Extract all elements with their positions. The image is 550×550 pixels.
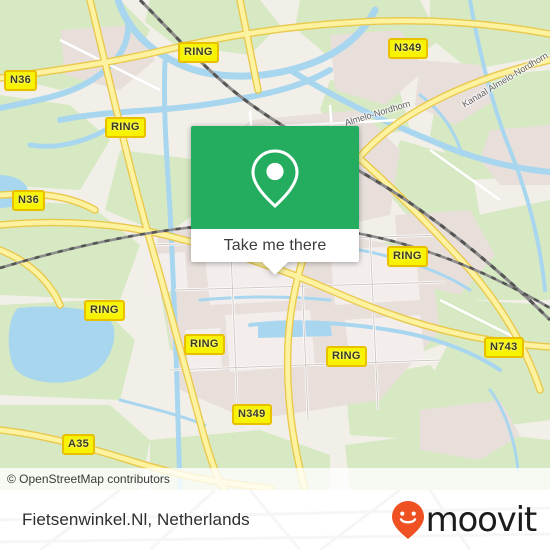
road-shield-ring: RING	[105, 117, 146, 138]
callout-pin-panel	[191, 126, 359, 229]
road-shield-ring: RING	[184, 334, 225, 355]
road-shield-n36: N36	[12, 190, 46, 211]
footer-content: Fietsenwinkel.Nl, Netherlands moovit	[0, 490, 550, 550]
moovit-logo[interactable]: moovit	[391, 500, 538, 540]
road-shield-ring: RING	[387, 246, 428, 267]
map-attribution-bar: © OpenStreetMap contributors	[0, 468, 550, 490]
road-shield-ring: RING	[84, 300, 125, 321]
callout-tail-pointer	[262, 262, 288, 275]
road-shield-n36: N36	[4, 70, 38, 91]
moovit-wordmark: moovit	[425, 500, 538, 540]
take-me-there-button[interactable]: Take me there	[191, 229, 359, 262]
map-page: N36 RING N349 RING N36 RING RING RING RING N743 N3…	[0, 0, 550, 550]
osm-attribution-text[interactable]: © OpenStreetMap contributors	[0, 472, 170, 486]
road-shield-ring: RING	[178, 42, 219, 63]
place-name-label: Fietsenwinkel.Nl, Netherlands	[22, 510, 250, 529]
map-pin-icon	[251, 148, 299, 208]
location-callout-card[interactable]: Take me there	[191, 126, 359, 275]
moovit-smiley-pin-icon	[391, 501, 424, 539]
road-shield-ring: RING	[326, 346, 367, 367]
road-shield-n349: N349	[232, 404, 272, 425]
road-shield-n743: N743	[484, 337, 524, 358]
road-shield-a35: A35	[62, 434, 96, 455]
take-me-there-label: Take me there	[223, 236, 327, 254]
road-shield-n349: N349	[388, 38, 428, 59]
footer-bar: Fietsenwinkel.Nl, Netherlands moovit	[0, 490, 550, 550]
